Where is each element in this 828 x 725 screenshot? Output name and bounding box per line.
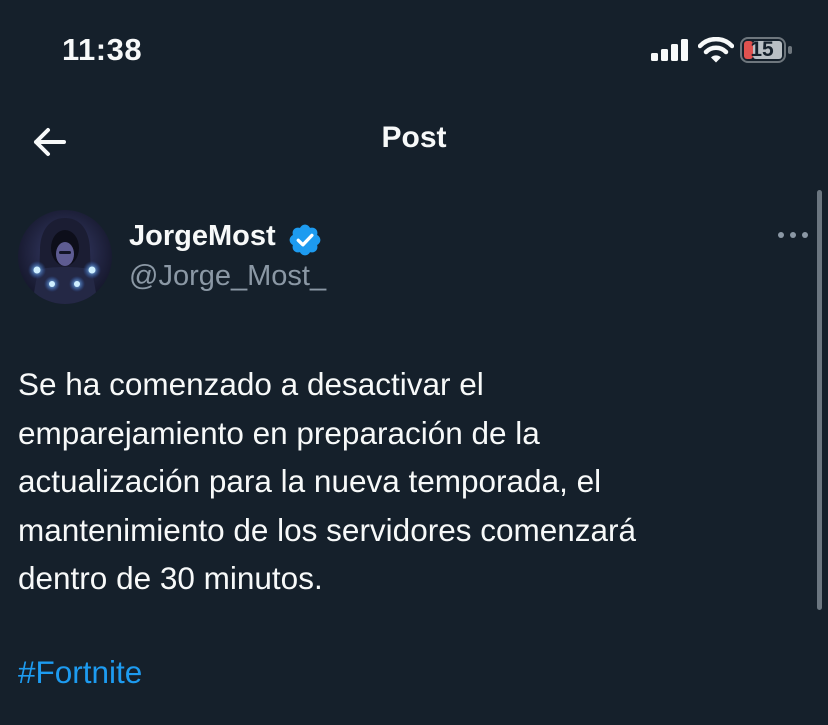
post-text-line: Se ha comenzado a desactivar el	[18, 366, 484, 402]
avatar[interactable]	[18, 210, 112, 304]
header: Post	[0, 100, 828, 185]
post-text-line: dentro de 30 minutos.	[18, 560, 323, 596]
hashtag-link[interactable]: #Fortnite	[18, 648, 142, 696]
status-bar: 11:38 15	[0, 0, 828, 100]
post-text-line: emparejamiento en preparación de la	[18, 414, 540, 451]
author-name[interactable]: JorgeMost	[129, 220, 276, 253]
more-horizontal-icon[interactable]	[776, 228, 810, 242]
status-time: 11:38	[62, 32, 143, 67]
post: JorgeMost @Jorge_Most_ Se ha comenzado a…	[0, 190, 828, 725]
battery-icon: 15	[740, 37, 794, 63]
scrollbar[interactable]	[817, 190, 822, 610]
verified-badge-icon	[289, 224, 321, 256]
post-text-line: mantenimiento de los servidores comenzar…	[18, 511, 637, 548]
page-title: Post	[381, 121, 447, 154]
signal-icon	[651, 39, 688, 61]
author-handle[interactable]: @Jorge_Most_	[129, 260, 326, 293]
post-text-line: actualización para la nueva temporada, e…	[18, 463, 602, 499]
wifi-icon	[698, 37, 734, 63]
battery-level: 15	[750, 38, 774, 61]
post-text: Se ha comenzado a desactivar el empareja…	[18, 360, 798, 603]
